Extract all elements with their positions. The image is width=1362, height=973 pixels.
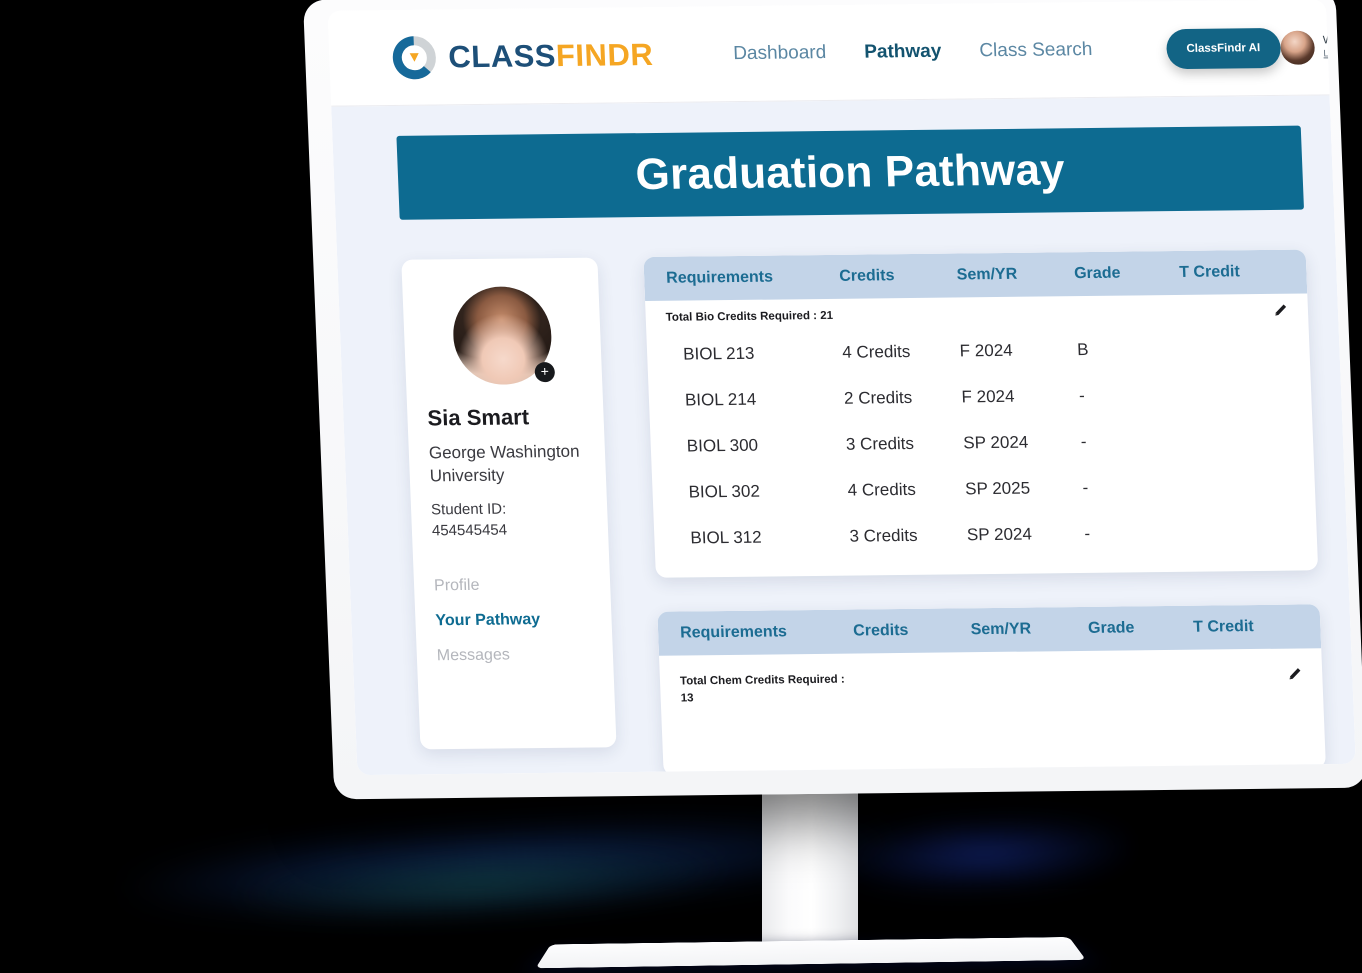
table-body-chem bbox=[661, 708, 1326, 775]
profile-nav: Profile Your Pathway Messages bbox=[434, 576, 594, 666]
monitor-mockup-scene: CLASSFINDR Dashboard Pathway Class Searc… bbox=[0, 0, 1362, 973]
column-header-t-credit: T Credit bbox=[1178, 263, 1241, 281]
main-nav: Dashboard Pathway Class Search ClassFind… bbox=[732, 27, 1281, 73]
cell-requirement: BIOL 300 bbox=[686, 435, 759, 456]
student-id-label: Student ID: bbox=[430, 500, 507, 519]
requirements-table-bio: Requirements Credits Sem/YR Grade T Cred… bbox=[643, 249, 1319, 578]
table-row[interactable]: BIOL 302 4 Credits SP 2025 - bbox=[652, 462, 1316, 515]
content-columns: + Sia Smart George Washington University… bbox=[401, 249, 1326, 776]
avatar[interactable] bbox=[1279, 30, 1315, 65]
user-text-block: Welcome Back Sia Logout bbox=[1323, 33, 1356, 59]
profile-student-id: Student ID: 454545454 bbox=[431, 499, 589, 542]
cell-grade: B bbox=[1076, 339, 1089, 360]
column-header-credits: Credits bbox=[838, 267, 895, 285]
cell-grade: - bbox=[1080, 431, 1087, 452]
table-header-row: Requirements Credits Sem/YR Grade T Cred… bbox=[643, 249, 1308, 302]
cell-t-credit bbox=[1189, 522, 1295, 543]
cell-sem-yr: F 2024 bbox=[959, 340, 1014, 361]
column-header-requirements: Requirements bbox=[679, 623, 788, 642]
backdrop-glow-right bbox=[838, 810, 1132, 896]
column-header-grade: Grade bbox=[1073, 264, 1121, 283]
cell-credits: 3 Credits bbox=[849, 525, 918, 546]
table-row[interactable]: BIOL 300 3 Credits SP 2024 - bbox=[650, 416, 1314, 469]
total-credits-required-chem: Total Chem Credits Required : 13 bbox=[679, 673, 845, 705]
profile-card: + Sia Smart George Washington University… bbox=[401, 257, 617, 750]
user-menu[interactable]: Welcome Back Sia Logout bbox=[1279, 29, 1356, 65]
classfindr-ai-button[interactable]: ClassFindr AI bbox=[1165, 27, 1281, 69]
table-row[interactable]: BIOL 213 4 Credits F 2024 B bbox=[646, 324, 1310, 377]
requirement-tables: Requirements Credits Sem/YR Grade T Cred… bbox=[643, 249, 1326, 776]
sidebar-item-profile[interactable]: Profile bbox=[434, 576, 591, 596]
page-content: Graduation Pathway + Sia Smart George Wa… bbox=[331, 95, 1356, 776]
column-header-grade: Grade bbox=[1087, 619, 1135, 637]
cell-credits: 2 Credits bbox=[843, 387, 913, 408]
table-body-bio: BIOL 213 4 Credits F 2024 B BIOL 214 2 C… bbox=[646, 324, 1318, 577]
logout-link[interactable]: Logout bbox=[1323, 47, 1356, 59]
cell-sem-yr: SP 2024 bbox=[962, 432, 1029, 453]
profile-avatar-wrap: + bbox=[451, 286, 556, 386]
logo-wordmark: CLASSFINDR bbox=[447, 37, 654, 75]
cell-t-credit bbox=[1187, 476, 1293, 497]
column-header-requirements: Requirements bbox=[665, 268, 774, 287]
pencil-icon[interactable] bbox=[1287, 666, 1303, 681]
cell-sem-yr: SP 2024 bbox=[966, 524, 1033, 545]
sidebar-item-your-pathway[interactable]: Your Pathway bbox=[435, 611, 592, 631]
cell-requirement: BIOL 213 bbox=[682, 343, 755, 364]
cell-credits: 4 Credits bbox=[841, 342, 911, 362]
table-header-row: Requirements Credits Sem/YR Grade T Cred… bbox=[657, 604, 1322, 656]
cell-requirement: BIOL 312 bbox=[690, 527, 763, 548]
cell-sem-yr: SP 2025 bbox=[964, 478, 1031, 499]
total-credits-required-bio: Total Bio Credits Required : 21 bbox=[665, 309, 834, 324]
monitor-stand-neck bbox=[762, 780, 858, 958]
welcome-message: Welcome Back Sia bbox=[1322, 33, 1356, 47]
screen: CLASSFINDR Dashboard Pathway Class Searc… bbox=[327, 0, 1356, 776]
column-header-credits: Credits bbox=[852, 621, 909, 640]
requirements-table-chem: Requirements Credits Sem/YR Grade T Cred… bbox=[657, 604, 1326, 776]
page-title: Graduation Pathway bbox=[634, 145, 1066, 200]
plus-icon[interactable]: + bbox=[534, 362, 556, 383]
sidebar-item-messages[interactable]: Messages bbox=[437, 646, 594, 666]
profile-school: George Washington University bbox=[428, 441, 580, 486]
page-banner: Graduation Pathway bbox=[396, 125, 1304, 220]
classfindr-circle-pin-logo bbox=[390, 34, 438, 80]
cell-t-credit bbox=[1182, 338, 1288, 359]
cell-t-credit bbox=[1185, 430, 1291, 451]
column-header-sem-yr: Sem/YR bbox=[956, 265, 1018, 284]
cell-credits: 3 Credits bbox=[845, 433, 915, 454]
cell-t-credit bbox=[1184, 384, 1290, 405]
cell-grade: - bbox=[1078, 386, 1086, 406]
cell-credits: 4 Credits bbox=[847, 479, 917, 500]
cell-requirement: BIOL 214 bbox=[684, 389, 757, 410]
cell-sem-yr: F 2024 bbox=[961, 386, 1015, 407]
cell-requirement: BIOL 302 bbox=[688, 481, 761, 502]
table-row[interactable]: BIOL 312 3 Credits SP 2024 - bbox=[654, 508, 1318, 561]
column-header-t-credit: T Credit bbox=[1192, 618, 1255, 636]
logo-text-findr: FINDR bbox=[555, 37, 654, 74]
table-subtitle-row: Total Chem Credits Required : 13 bbox=[659, 648, 1324, 715]
column-header-sem-yr: Sem/YR bbox=[970, 620, 1032, 639]
top-navigation-bar: CLASSFINDR Dashboard Pathway Class Searc… bbox=[327, 0, 1356, 107]
nav-link-dashboard[interactable]: Dashboard bbox=[733, 42, 827, 65]
table-row[interactable]: BIOL 214 2 Credits F 2024 - bbox=[648, 370, 1312, 423]
monitor-stand-base bbox=[535, 936, 1086, 969]
nav-link-class-search[interactable]: Class Search bbox=[979, 39, 1093, 62]
profile-name: Sia Smart bbox=[427, 404, 530, 431]
pencil-icon[interactable] bbox=[1273, 303, 1289, 318]
cell-grade: - bbox=[1082, 477, 1089, 497]
monitor-bezel: CLASSFINDR Dashboard Pathway Class Searc… bbox=[303, 0, 1362, 800]
cell-grade: - bbox=[1084, 523, 1091, 543]
student-id-value: 454545454 bbox=[431, 521, 508, 539]
logo-text-class: CLASS bbox=[447, 38, 557, 75]
app-logo[interactable]: CLASSFINDR bbox=[390, 32, 654, 81]
nav-link-pathway[interactable]: Pathway bbox=[864, 40, 942, 63]
